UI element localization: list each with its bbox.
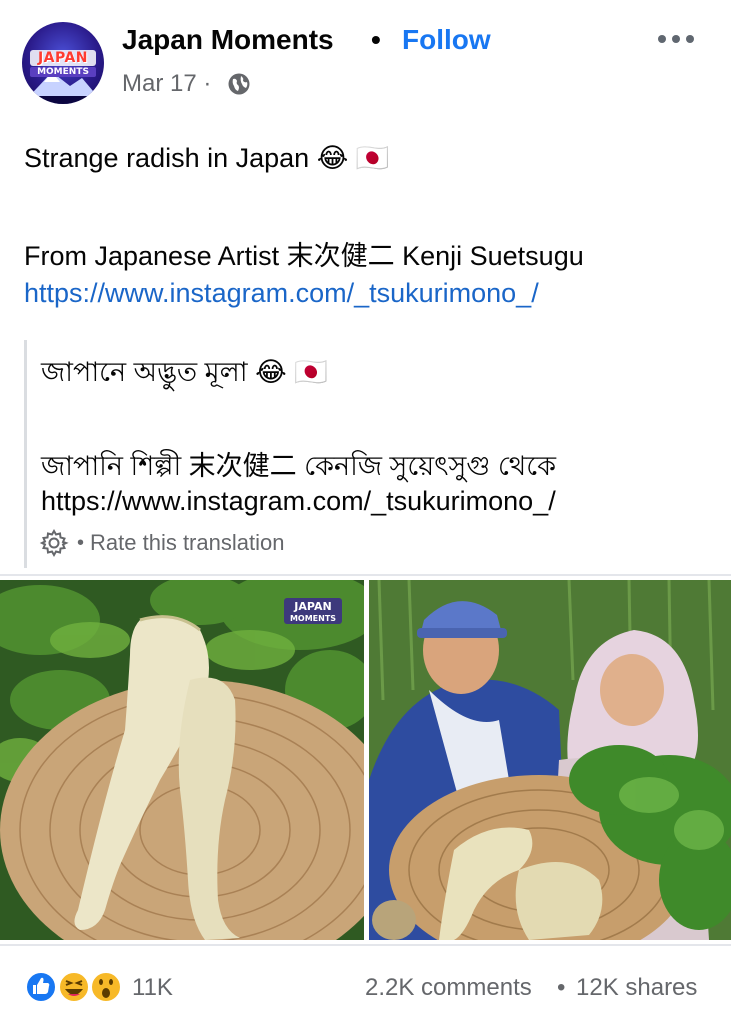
more-icon-dot [686, 35, 694, 43]
like-reaction-icon [25, 971, 57, 1003]
post-date[interactable]: Mar 17 · [122, 70, 211, 98]
reaction-count[interactable]: 11K [132, 974, 173, 1002]
photo-farmers-art [369, 580, 731, 940]
post-link[interactable]: https://www.instagram.com/_tsukurimono_/ [24, 278, 539, 309]
translation-block: জাপানে অদ্ভুত মূলা 😂 🇯🇵 জাপানি শিল্পী 末次… [24, 340, 714, 568]
rate-translation-link[interactable]: Rate this translation [90, 530, 284, 556]
gear-icon [39, 528, 69, 558]
reactions-summary[interactable] [24, 970, 124, 1004]
header-separator: • [371, 24, 381, 55]
comments-count-link[interactable]: 2.2K comments [365, 974, 532, 1002]
reaction-icons [25, 971, 122, 1003]
post-header: JAPAN MOMENTS Japan Moments • Follow Mar… [0, 0, 731, 120]
translation-text-line: জাপানে অদ্ভুত মূলা 😂 🇯🇵 [41, 357, 328, 387]
avatar-logo-line1: JAPAN [30, 50, 96, 66]
haha-reaction-icon [58, 971, 90, 1003]
page-avatar[interactable]: JAPAN MOMENTS [22, 22, 104, 104]
rate-separator: • [77, 531, 85, 554]
content-divider [0, 574, 731, 576]
photo-radish-legs-art: JAPAN MOMENTS [0, 580, 364, 940]
wow-reaction-icon [90, 971, 122, 1003]
more-icon-dot [672, 35, 680, 43]
translation-link[interactable]: https://www.instagram.com/_tsukurimono_/ [41, 486, 556, 517]
translation-text-line: জাপানি শিল্পী 末次健二 কেনজি সুয়েৎসুগু থেকে [41, 451, 557, 481]
follow-button[interactable]: Follow [402, 24, 491, 56]
photo-watermark-line2: MOMENTS [290, 614, 336, 623]
shares-count-link[interactable]: 12K shares [576, 974, 697, 1002]
more-icon [658, 35, 666, 43]
rate-translation-row[interactable]: • Rate this translation [39, 528, 284, 558]
avatar-logo: JAPAN MOMENTS [30, 50, 96, 77]
post-photo-radish-legs[interactable]: JAPAN MOMENTS [0, 580, 364, 940]
post-photo-farmers[interactable] [369, 580, 731, 940]
avatar-logo-line2: MOMENTS [30, 67, 96, 77]
photo-watermark-line1: JAPAN [293, 600, 331, 613]
post-text-line: From Japanese Artist 末次健二 Kenji Suetsugu [24, 241, 584, 271]
more-options-button[interactable] [656, 26, 696, 50]
footer-separator: • [557, 974, 566, 1001]
post-text-line: Strange radish in Japan 😂 🇯🇵 [24, 143, 390, 173]
footer-divider [0, 944, 731, 946]
page-name-link[interactable]: Japan Moments [122, 24, 334, 56]
post-footer: 11K 2.2K comments • 12K shares [0, 956, 731, 1016]
globe-icon [228, 73, 250, 95]
